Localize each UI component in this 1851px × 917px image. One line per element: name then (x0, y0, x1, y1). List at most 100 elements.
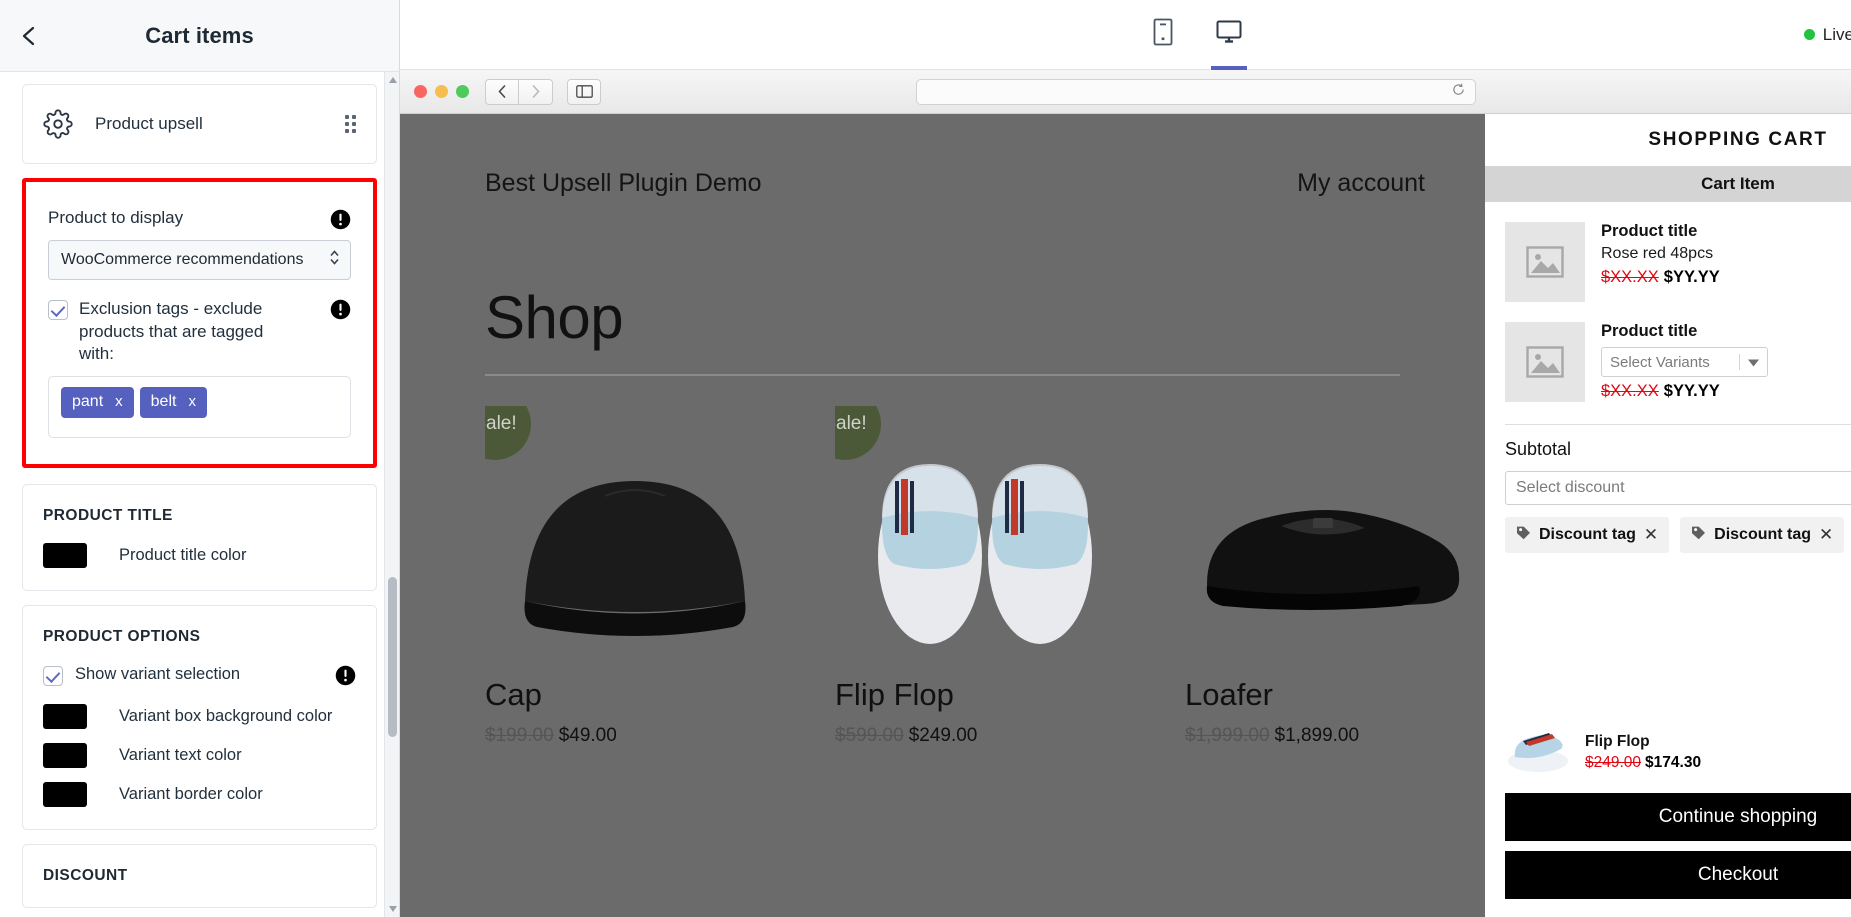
discount-tag-remove-icon[interactable]: ✕ (1819, 525, 1833, 545)
discount-tag-chip[interactable]: Discount tag ✕ (1505, 517, 1670, 553)
product-to-display-select[interactable]: WooCommerce recommendations (48, 240, 351, 280)
info-icon[interactable] (330, 299, 351, 320)
color-setting-row: Product title color (43, 542, 356, 568)
upsell-product-price: $249.00 $174.30 (1585, 754, 1851, 772)
checkout-button[interactable]: Checkout (1505, 851, 1851, 899)
shopping-cart-drawer: SHOPPING CART ✕ Cart Item (1485, 114, 1851, 917)
cart-divider (1505, 424, 1851, 425)
scroll-up-arrow[interactable] (385, 72, 400, 88)
image-placeholder-icon (1505, 322, 1585, 402)
discount-tag-chip[interactable]: Discount tag ✕ (1680, 517, 1845, 553)
minimize-window-button[interactable] (435, 85, 448, 98)
topbar-actions: Live Save (1803, 13, 1851, 56)
product-title-section: PRODUCT TITLE Product title color (22, 483, 377, 591)
tag-chip[interactable]: belt x (139, 386, 207, 418)
address-bar[interactable] (915, 78, 1476, 105)
info-icon[interactable] (330, 209, 351, 230)
shop-page-title: Shop (485, 284, 624, 351)
drag-handle-icon[interactable] (345, 115, 356, 133)
upsell-recommendation-row: Flip Flop $249.00$174.30 Add (1505, 729, 1851, 783)
chevron-left-icon (19, 24, 39, 48)
exclusion-tags-input[interactable]: pant x belt x (48, 375, 351, 438)
product-upsell-block[interactable]: Product upsell (22, 84, 377, 164)
tag-remove-icon[interactable]: x (188, 393, 196, 410)
product-card[interactable]: Sale! Cap $199.00$49.00 (485, 406, 785, 747)
scroll-down-arrow[interactable] (385, 901, 400, 917)
product-grid: Sale! Cap $199.00$49.00 (400, 376, 1485, 747)
variant-box-background-color-swatch[interactable] (43, 703, 87, 729)
discount-tag-label: Discount tag (1539, 526, 1636, 543)
show-variant-selection-checkbox[interactable] (43, 665, 63, 686)
settings-sidebar: Cart items Product upsell Product to dis… (0, 0, 400, 917)
cart-body: Product title Rose red 48pcs $XX.XX $YY.Y… (1485, 202, 1851, 917)
cart-item-info: Product title Rose red 48pcs $XX.XX $YY.Y… (1601, 222, 1851, 302)
product-sale-price: $49.00 (558, 725, 617, 746)
discount-tag-list: Discount tag ✕ Discount tag ✕ (1505, 517, 1851, 553)
storefront-preview: Best Upsell Plugin Demo My account Shop … (400, 114, 1485, 917)
sidebar-scrollbar-thumb[interactable] (388, 577, 397, 737)
editor-topbar: Live Save (400, 0, 1851, 70)
stepper-caret-icon (329, 249, 340, 272)
tag-chip[interactable]: pant x (61, 386, 134, 418)
maximize-window-button[interactable] (456, 85, 469, 98)
info-icon[interactable] (335, 665, 356, 686)
product-name: Loafer (1185, 677, 1273, 712)
browser-forward-button[interactable] (519, 78, 553, 105)
exclusion-tags-checkbox-group[interactable]: Exclusion tags - exclude products that a… (48, 298, 299, 366)
browser-toolbar: + (400, 70, 1851, 114)
product-card[interactable]: Sale! (835, 406, 1135, 747)
color-setting-row: Variant box background color (43, 703, 356, 729)
cart-line-item: Product title Select Variants $XX.XX $YY… (1505, 302, 1851, 402)
exclusion-tags-checkbox[interactable] (48, 300, 68, 320)
app-root: Cart items Product upsell Product to dis… (0, 0, 1851, 917)
variant-text-color-swatch[interactable] (43, 742, 87, 768)
product-price: $599.00 $249.00 (835, 725, 1135, 747)
tag-label: pant (72, 392, 104, 410)
variant-select[interactable]: Select Variants (1601, 347, 1768, 377)
cart-header: SHOPPING CART ✕ (1485, 114, 1851, 166)
product-old-price: $599.00 (835, 725, 904, 746)
product-card[interactable]: Loafer $1,999.00 $1,899.00 (1185, 406, 1485, 747)
subtotal-label: Subtotal (1505, 439, 1572, 459)
cart-heading: SHOPPING CART (1648, 129, 1828, 150)
cart-item-old-price: $XX.XX (1601, 382, 1659, 400)
color-setting-row: Variant border color (43, 781, 356, 807)
color-setting-label: Variant box background color (119, 706, 333, 725)
sidebar-toggle-icon[interactable] (567, 78, 601, 105)
sidebar-scrollbar[interactable] (384, 72, 399, 917)
tag-label: belt (150, 392, 177, 410)
browser-back-button[interactable] (485, 78, 519, 105)
variant-border-color-swatch[interactable] (43, 781, 87, 807)
tag-remove-icon[interactable]: x (115, 393, 123, 410)
flip-flop-image: Sale! (835, 406, 1135, 651)
tag-icon (1516, 525, 1531, 545)
tag-icon (1691, 525, 1706, 545)
store-header: Best Upsell Plugin Demo My account (400, 114, 1485, 198)
product-sale-price: $1,899.00 (1274, 725, 1360, 746)
product-old-price: $1,999.00 (1185, 725, 1270, 746)
tab-mobile-preview[interactable] (1137, 0, 1189, 70)
close-window-button[interactable] (414, 85, 427, 98)
back-button[interactable] (0, 24, 58, 48)
product-old-price: $199.00 (485, 725, 554, 746)
cart-item-new-price: $YY.YY (1663, 268, 1720, 286)
product-name: Flip Flop (835, 677, 954, 712)
upsell-product-info: Flip Flop $249.00 $174.30 (1585, 733, 1851, 772)
tab-desktop-preview[interactable] (1203, 0, 1255, 70)
my-account-link[interactable]: My account (1297, 169, 1425, 198)
sidebar-header: Cart items (0, 0, 399, 72)
discount-tag-remove-icon[interactable]: ✕ (1644, 525, 1658, 545)
subtotal-row: Subtotal $XX.XX (1505, 439, 1851, 460)
continue-shopping-button[interactable]: Continue shopping (1505, 793, 1851, 841)
product-title-color-swatch[interactable] (43, 542, 87, 568)
section-heading: PRODUCT OPTIONS (43, 627, 201, 645)
upsell-old-price: $249.00 (1585, 753, 1642, 771)
show-variant-selection-group[interactable]: Show variant selection (43, 664, 240, 686)
browser-mock: + Best Upsell Plugin Demo My account Sho… (400, 70, 1851, 917)
discount-select[interactable]: Select discount (1505, 471, 1851, 505)
cart-item-old-price: $XX.XX (1601, 268, 1659, 286)
discount-tag-label: Discount tag (1714, 526, 1812, 543)
reload-icon[interactable] (1452, 83, 1465, 101)
cart-line-item: Product title Rose red 48pcs $XX.XX $YY.Y… (1505, 202, 1851, 302)
cart-item-new-price: $YY.YY (1663, 382, 1720, 400)
